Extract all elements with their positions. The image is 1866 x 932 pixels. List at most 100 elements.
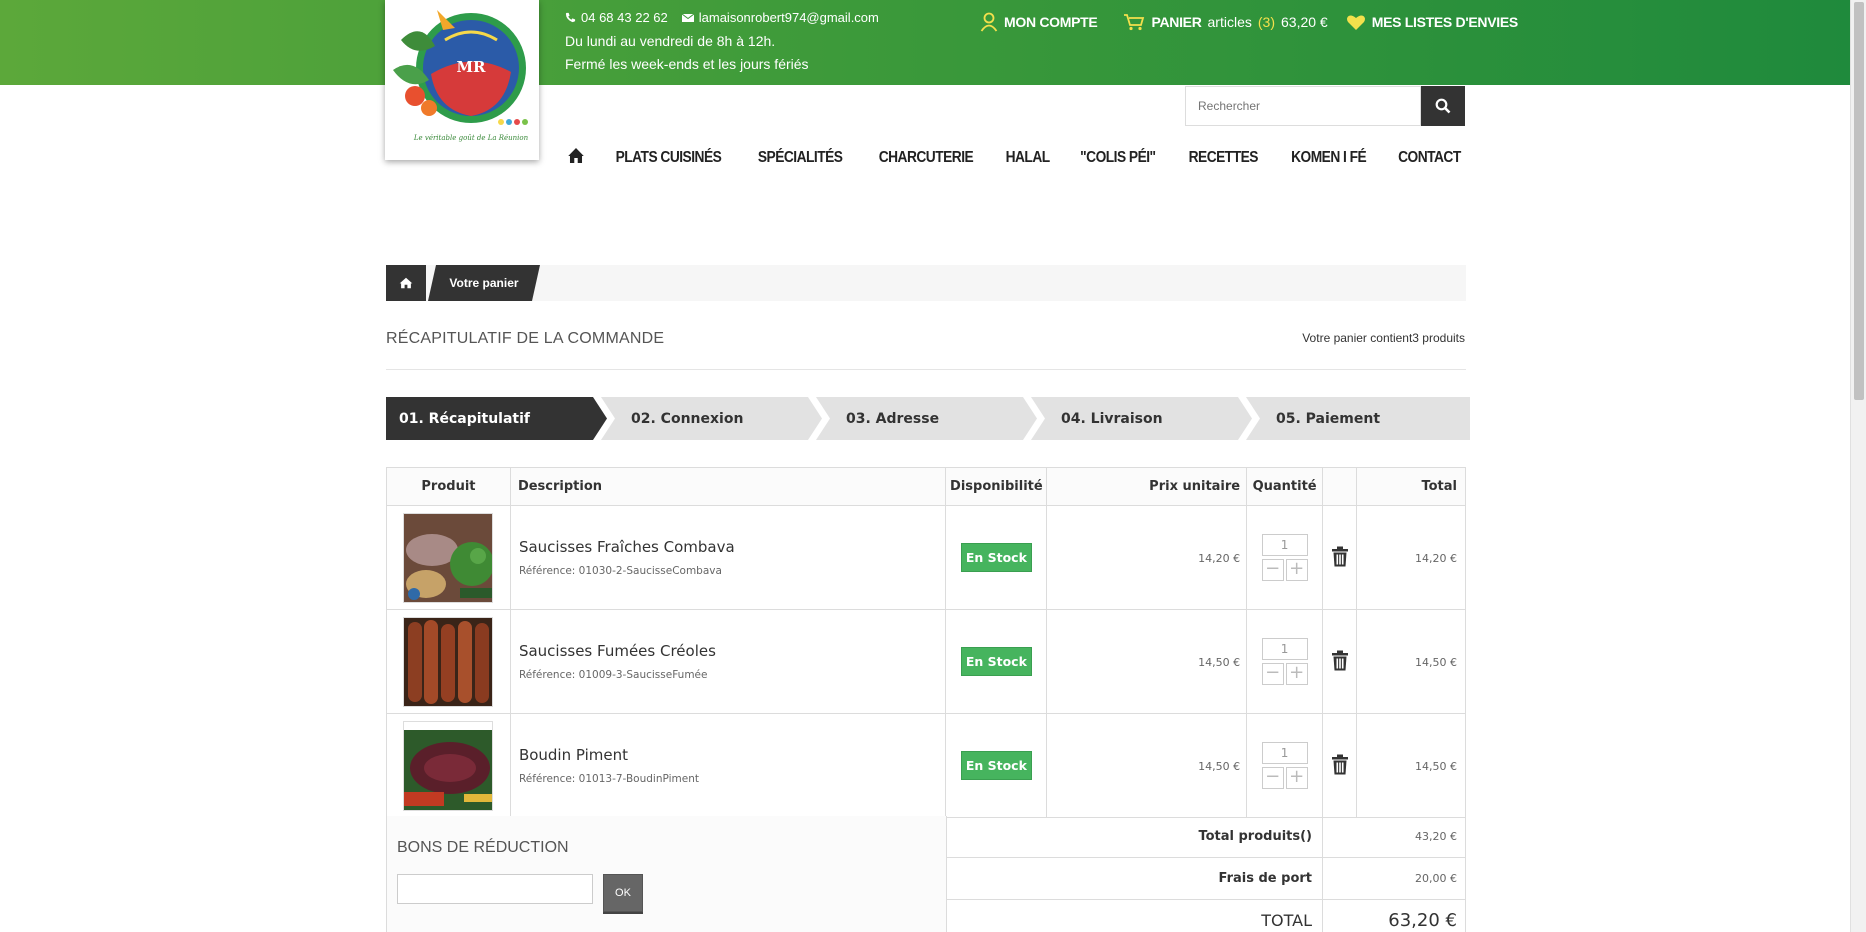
logo-tagline: Le véritable goût de La Réunion [413,134,529,142]
breadcrumb-current: Votre panier [428,265,540,301]
wishlist-label: MES LISTES D'ENVIES [1371,14,1519,30]
voucher-ok-button[interactable]: OK [603,874,643,912]
wishlist-link[interactable]: MES LISTES D'ENVIES [1346,14,1518,31]
shipping-row: Frais de port 20,00 € [946,858,1466,900]
minus-button[interactable]: − [1261,559,1284,581]
top-links: MON COMPTE PANIER articles (3) 63,20 € M… [980,12,1518,32]
account-link[interactable]: MON COMPTE [980,12,1098,32]
product-image-cell [386,505,511,610]
plus-button[interactable]: + [1285,559,1308,581]
trash-icon[interactable] [1331,650,1349,671]
row-total-cell: 14,20 € [1356,505,1466,610]
cart-link[interactable]: PANIER articles (3) 63,20 € [1123,13,1328,31]
search-button[interactable] [1421,86,1465,126]
breadcrumb-home[interactable] [386,265,426,301]
site-logo[interactable]: MR Le véritable goût de La Réunion [385,0,539,160]
nav-home[interactable] [567,147,584,169]
stock-badge: En Stock [960,751,1032,780]
row-total: 14,50 € [1415,759,1457,773]
product-description: Saucisses Fraîches Combava Référence: 01… [509,505,947,610]
shipping-value: 20,00 € [1323,858,1466,900]
nav-charcuterie[interactable]: CHARCUTERIE [878,149,973,167]
voucher-title: BONS DE RÉDUCTION [397,839,569,856]
plus-button[interactable]: + [1285,663,1308,685]
delete-cell [1322,713,1358,818]
table-header-row: Produit Description Disponibilité Prix u… [386,467,1466,506]
envelope-icon [681,13,694,22]
step-connexion[interactable]: 02. Connexion [601,397,822,440]
step-paiement[interactable]: 05. Paiement [1246,397,1470,440]
scrollbar-thumb[interactable] [1854,2,1864,400]
product-name[interactable]: Boudin Piment [519,746,945,764]
product-image-cell [386,713,511,818]
voucher-input[interactable] [397,874,593,904]
quantity-stepper: 1 − + [1261,534,1308,581]
stock-badge: En Stock [960,647,1032,676]
unit-price-cell: 14,20 € [1046,505,1248,610]
quantity-cell: 1 − + [1246,609,1324,714]
availability-cell: En Stock [945,609,1048,714]
unit-price-cell: 14,50 € [1046,609,1248,714]
nav-plats-cuisines[interactable]: PLATS CUISINÉS [616,149,722,167]
search-input[interactable] [1185,86,1421,126]
product-description: Saucisses Fumées Créoles Référence: 0100… [509,609,947,714]
product-thumbnail[interactable] [403,512,494,603]
home-icon [568,148,584,163]
col-description: Description [509,467,947,506]
breadcrumb: Votre panier [386,265,1466,301]
step-adresse[interactable]: 03. Adresse [816,397,1037,440]
logo-graphic: MR Le véritable goût de La Réunion [393,10,529,142]
product-thumbnail[interactable] [403,616,494,707]
quantity-input[interactable]: 1 [1261,742,1308,764]
phone-info: 04 68 43 22 62 [565,10,668,25]
col-delete [1322,467,1358,506]
main-nav: PLATS CUISINÉS SPÉCIALITÉS CHARCUTERIE H… [566,146,1466,170]
unit-price-cell: 14,50 € [1046,713,1248,818]
step-livraison[interactable]: 04. Livraison [1031,397,1252,440]
heart-icon [1346,15,1365,30]
phone-icon [565,12,576,23]
product-name[interactable]: Saucisses Fraîches Combava [519,538,945,556]
quantity-input[interactable]: 1 [1261,534,1308,556]
user-icon [980,12,998,32]
step-recapitulatif[interactable]: 01. Récapitulatif [386,397,607,440]
nav-komen-i-fe[interactable]: KOMEN I FÉ [1291,149,1367,167]
minus-button[interactable]: − [1261,767,1284,789]
logo-mr-text: MR [456,58,486,76]
email-info: lamaisonrobert974@gmail.com [681,10,879,25]
grand-total-label: TOTAL [947,900,1323,932]
trash-icon[interactable] [1331,754,1349,775]
product-image-boudin [404,721,493,810]
nav-colis-pei[interactable]: "COLIS PÉI" [1080,149,1156,167]
row-total-cell: 14,50 € [1356,609,1466,714]
quantity-cell: 1 − + [1246,713,1324,818]
checkout-steps: 01. Récapitulatif 02. Connexion 03. Adre… [386,397,1470,440]
cart-articles: articles [1207,14,1252,30]
quantity-input[interactable]: 1 [1261,638,1308,660]
cart-table: Produit Description Disponibilité Prix u… [386,467,1466,818]
trash-icon[interactable] [1331,546,1349,567]
table-row: Saucisses Fumées Créoles Référence: 0100… [386,609,1466,714]
row-total: 14,50 € [1415,655,1457,669]
cart-label: PANIER [1151,14,1202,30]
plus-button[interactable]: + [1285,767,1308,789]
page-title: RÉCAPITULATIF DE LA COMMANDE [386,330,665,347]
product-thumbnail[interactable] [403,720,494,811]
unit-price: 14,50 € [1198,759,1241,773]
page-scrollbar[interactable] [1850,0,1866,932]
divider [386,369,1466,370]
availability-cell: En Stock [945,505,1048,610]
minus-button[interactable]: − [1261,663,1284,685]
nav-recettes[interactable]: RECETTES [1189,149,1259,167]
product-image-cell [386,609,511,714]
product-image-fumees [404,617,493,706]
stock-badge: En Stock [960,543,1032,572]
nav-halal[interactable]: HALAL [1005,149,1050,167]
email-address: lamaisonrobert974@gmail.com [698,10,879,25]
nav-specialites[interactable]: SPÉCIALITÉS [758,149,843,167]
product-name[interactable]: Saucisses Fumées Créoles [519,642,945,660]
cart-total: 63,20 € [1281,14,1328,30]
nav-contact[interactable]: CONTACT [1398,149,1461,167]
col-prix-unitaire: Prix unitaire [1046,467,1248,506]
cart-icon [1124,14,1145,31]
